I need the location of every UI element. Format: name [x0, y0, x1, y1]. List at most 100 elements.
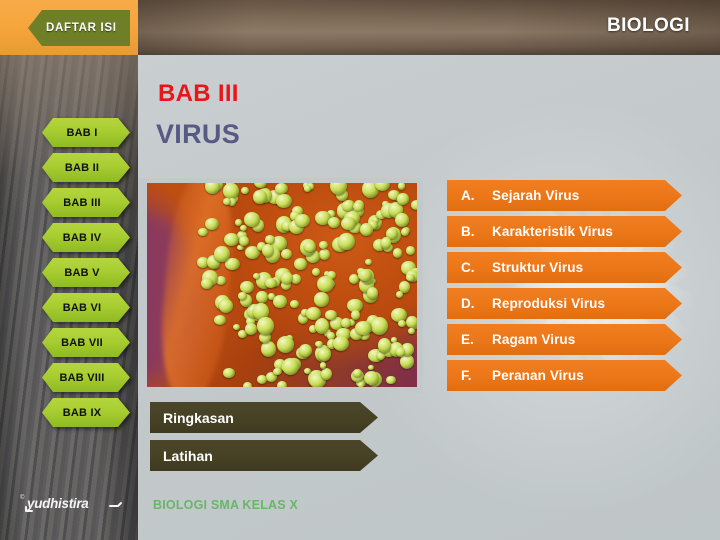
virus-particle — [365, 258, 373, 265]
virus-particle — [223, 232, 240, 246]
sidebar-item-bab-vi[interactable]: BAB VI — [42, 293, 130, 322]
virus-particle — [318, 249, 330, 261]
virus-particle — [357, 269, 372, 282]
section-letter: B. — [461, 224, 475, 239]
sidebar-item-label: BAB III — [63, 196, 101, 209]
virus-particle — [275, 194, 293, 209]
ringkasan-button[interactable]: Ringkasan — [150, 402, 378, 433]
virus-particle — [257, 317, 274, 335]
virus-particle — [338, 233, 356, 251]
section-letter: A. — [461, 188, 475, 203]
virus-particle — [277, 336, 294, 353]
sidebar-item-label: BAB VII — [61, 336, 103, 349]
virus-particle — [332, 335, 349, 351]
virus-particle — [273, 294, 287, 308]
daftar-isi-label: DAFTAR ISI — [46, 22, 117, 34]
yudhistira-logo: © yudhistira — [18, 490, 128, 520]
virus-particle — [223, 183, 239, 200]
section-button-karakteristik-virus[interactable]: B. Karakteristik Virus — [447, 216, 682, 247]
sidebar-item-label: BAB VI — [62, 301, 102, 314]
virus-particle — [252, 273, 260, 280]
virus-particle — [260, 341, 276, 358]
svg-text:©: © — [20, 494, 25, 501]
virus-particle — [325, 309, 338, 320]
virus-particle — [293, 257, 307, 271]
sidebar-item-label: BAB I — [66, 126, 98, 139]
virus-particle — [242, 382, 252, 387]
virus-particle — [393, 248, 403, 258]
virus-particle — [340, 317, 351, 328]
course-footer-label: BIOLOGI SMA KELAS X — [153, 498, 299, 512]
virus-particle — [281, 357, 299, 376]
section-label: Reproduksi Virus — [492, 296, 606, 311]
sidebar-item-bab-vii[interactable]: BAB VII — [42, 328, 130, 357]
virus-particle — [239, 235, 250, 246]
brand-title: BIOLOGI — [606, 15, 690, 36]
virus-particle — [327, 216, 341, 229]
section-label: Sejarah Virus — [492, 188, 580, 203]
section-letter: C. — [461, 260, 475, 275]
virus-particle — [299, 343, 313, 358]
virus-particle — [317, 347, 331, 361]
latihan-button[interactable]: Latihan — [150, 440, 378, 471]
sidebar-item-bab-iv[interactable]: BAB IV — [42, 223, 130, 252]
virus-particle — [281, 248, 292, 260]
virus-particle — [314, 318, 330, 335]
virus-particle — [295, 214, 311, 227]
section-letter: D. — [461, 296, 475, 311]
extra-button-list: Ringkasan Latihan — [150, 402, 390, 478]
sidebar-item-label: BAB IV — [62, 231, 102, 244]
section-label: Karakteristik Virus — [492, 224, 613, 239]
section-list: A. Sejarah Virus B. Karakteristik Virus C. St… — [447, 180, 697, 396]
virus-micrograph-image — [147, 183, 417, 387]
virus-particle — [222, 368, 235, 378]
virus-particle — [395, 213, 410, 228]
virus-particle — [386, 375, 397, 385]
yudhistira-logo-icon: © yudhistira — [20, 494, 122, 512]
chapter-number-heading: BAB III — [158, 80, 239, 107]
sidebar-item-bab-ix[interactable]: BAB IX — [42, 398, 130, 427]
section-button-struktur-virus[interactable]: C. Struktur Virus — [447, 252, 682, 283]
virus-particle — [408, 327, 415, 335]
section-button-ragam-virus[interactable]: E. Ragam Virus — [447, 324, 682, 355]
virus-particle — [350, 309, 360, 320]
section-button-sejarah-virus[interactable]: A. Sejarah Virus — [447, 180, 682, 211]
virus-particle — [241, 187, 249, 195]
virus-particle — [238, 292, 247, 301]
virus-particle — [380, 237, 391, 249]
section-label: Struktur Virus — [492, 260, 584, 275]
sidebar-item-bab-viii[interactable]: BAB VIII — [42, 363, 130, 392]
sidebar-item-bab-iii[interactable]: BAB III — [42, 188, 130, 217]
section-button-peranan-virus[interactable]: F. Peranan Virus — [447, 360, 682, 391]
virus-particle — [376, 352, 385, 360]
virus-particle — [367, 364, 374, 371]
virus-particle — [304, 185, 311, 192]
virus-particle — [243, 211, 261, 227]
virus-particle — [360, 223, 374, 237]
sidebar-item-bab-v[interactable]: BAB V — [42, 258, 130, 287]
virus-image-frame — [138, 178, 423, 393]
virus-particle — [397, 183, 406, 190]
virus-particle — [406, 245, 416, 255]
section-letter: E. — [461, 332, 474, 347]
sidebar-item-label: BAB IX — [62, 406, 102, 419]
sidebar-item-bab-ii[interactable]: BAB II — [42, 153, 130, 182]
virus-particle — [375, 183, 391, 191]
sidebar-item-bab-i[interactable]: BAB I — [42, 118, 130, 147]
virus-particle — [289, 299, 299, 308]
virus-particle — [253, 189, 267, 205]
virus-particle — [201, 277, 213, 289]
section-button-reproduksi-virus[interactable]: D. Reproduksi Virus — [447, 288, 682, 319]
virus-particle — [320, 367, 333, 381]
daftar-isi-button[interactable]: DAFTAR ISI — [28, 10, 130, 46]
section-label: Peranan Virus — [492, 368, 584, 383]
virus-particle — [357, 381, 365, 387]
virus-particle — [311, 267, 321, 276]
chapter-nav-list: BAB I BAB II BAB III BAB IV BAB V BAB VI BAB V… — [42, 118, 134, 433]
virus-particle — [319, 241, 329, 250]
virus-particle — [397, 193, 410, 205]
slide-canvas: BIOLOGI DAFTAR ISI BAB I BAB II BAB III BAB… — [0, 0, 720, 540]
virus-particle — [317, 275, 334, 292]
sidebar-item-label: BAB II — [64, 161, 100, 174]
virus-particle — [396, 291, 404, 299]
